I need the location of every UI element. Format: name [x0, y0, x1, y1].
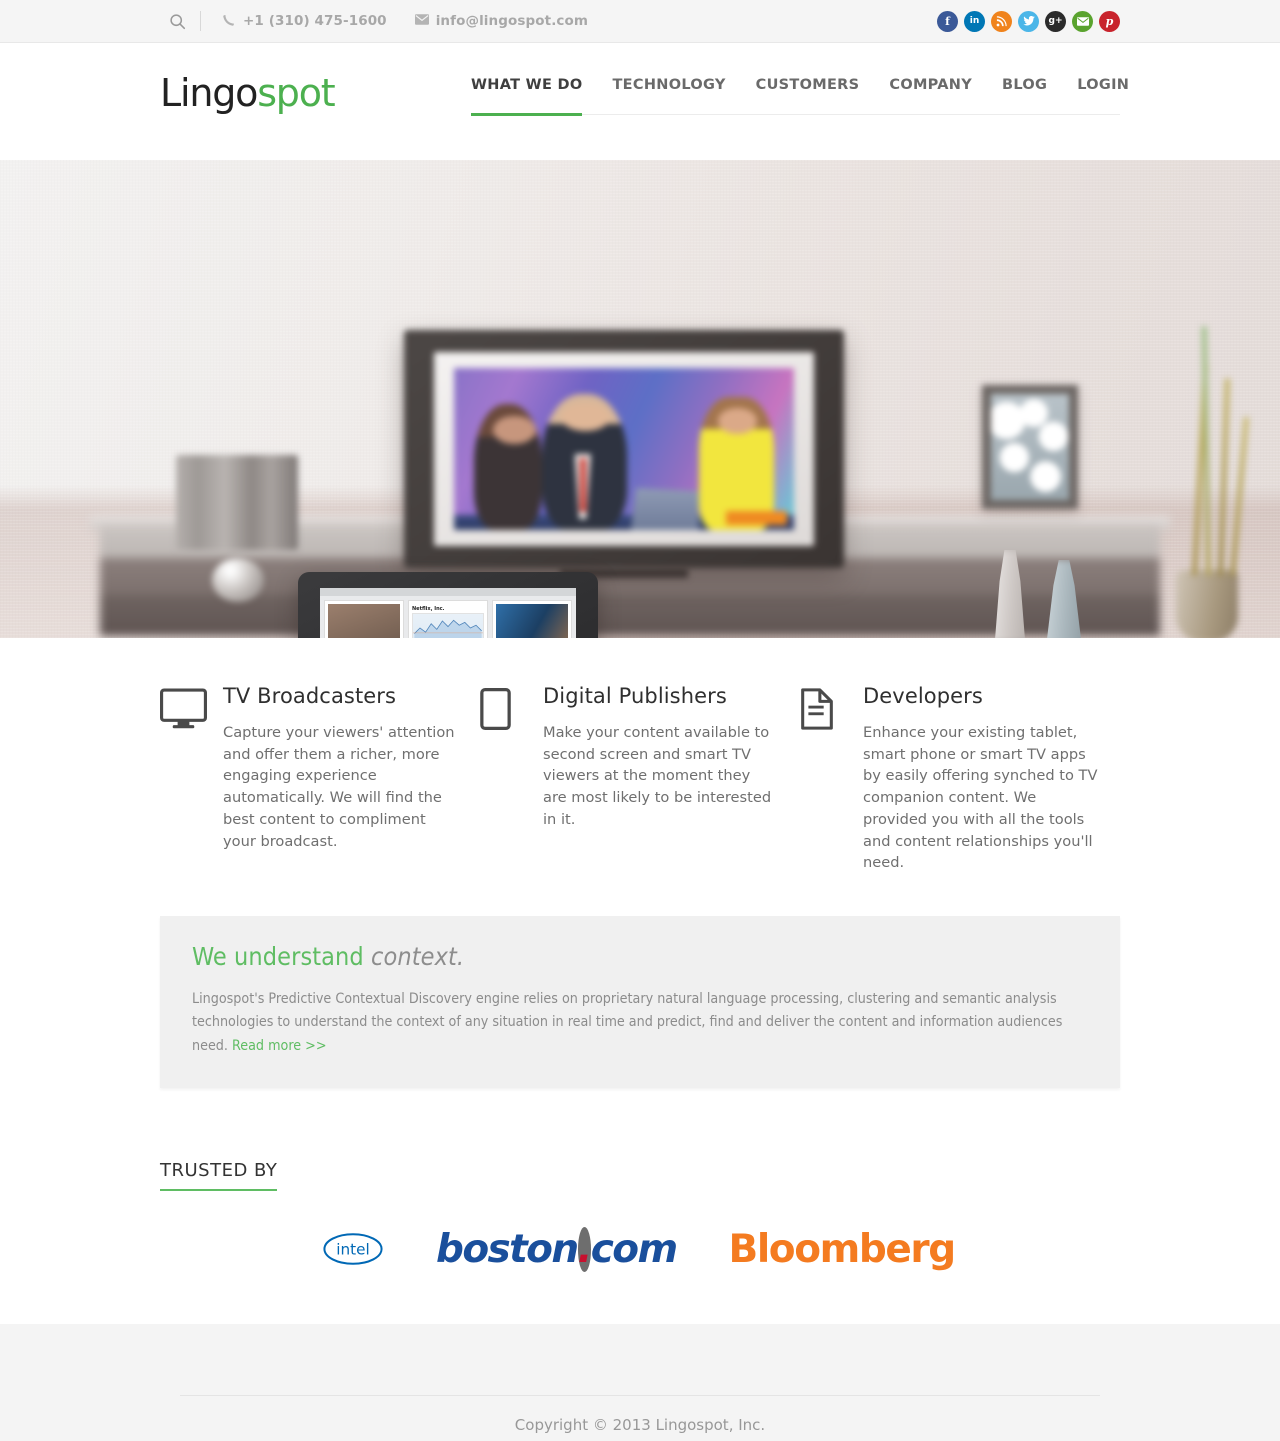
boston-com-logo[interactable]: boston.com [436, 1226, 678, 1272]
feature-text: Enhance your existing tablet, smart phon… [863, 724, 1098, 872]
nav-item-technology[interactable]: TECHNOLOGY [612, 77, 725, 116]
pinterest-icon[interactable]: p [1099, 10, 1120, 32]
lamp-shade [176, 455, 298, 550]
facebook-icon[interactable]: f [937, 10, 958, 32]
framed-artwork [982, 385, 1078, 509]
bloomberg-logo[interactable]: Bloomberg [729, 1227, 957, 1272]
tv-screen-content [454, 368, 794, 530]
twitter-icon[interactable] [1018, 10, 1039, 32]
tablet-statusbar [320, 588, 576, 596]
svg-text:intel: intel [336, 1241, 369, 1259]
monitor-icon [160, 684, 223, 874]
search-icon[interactable] [160, 6, 194, 36]
trusted-by-heading: TRUSTED BY [160, 1160, 278, 1191]
logo-text-accent: spot [257, 71, 335, 115]
topbar-divider [200, 11, 201, 31]
feature-columns: TV Broadcasters Capture your viewers' at… [160, 638, 1120, 874]
email-link[interactable]: info@lingospot.com [414, 13, 589, 29]
phone-link[interactable]: +1 (310) 475-1600 [223, 13, 387, 30]
site-header: Lingospot WHAT WE DO TECHNOLOGY CUSTOMER… [0, 43, 1280, 160]
feature-digital-publishers: Digital Publishers Make your content ava… [480, 684, 800, 874]
logo-text-primary: Lingo [160, 71, 258, 115]
tablet-card: Brian McAndrews Brian McAndrews is CEO, … [324, 600, 404, 638]
top-bar: +1 (310) 475-1600 info@lingospot.com f i… [0, 0, 1280, 43]
tv-bezel [434, 352, 814, 546]
nav-item-blog[interactable]: BLOG [1002, 77, 1047, 116]
social-links: f in g+ p [937, 10, 1120, 32]
context-heading: We understand context. [192, 942, 1088, 971]
email-address: info@lingospot.com [435, 13, 589, 29]
tablet-card: Microsoft's Surface Tablet: A $900M Do-O… [492, 600, 572, 638]
googleplus-icon[interactable]: g+ [1045, 10, 1066, 32]
tablet-card-title: Netflix, Inc. [412, 606, 445, 612]
nav-item-company[interactable]: COMPANY [889, 77, 972, 116]
site-logo[interactable]: Lingospot [160, 71, 336, 115]
context-body: Lingospot's Predictive Contextual Discov… [192, 988, 1088, 1058]
nav-item-what-we-do[interactable]: WHAT WE DO [471, 77, 583, 116]
read-more-link[interactable]: Read more >> [232, 1038, 327, 1054]
phone-number: +1 (310) 475-1600 [243, 13, 387, 29]
context-heading-green: We understand [192, 942, 364, 972]
client-logos: intel boston.com Bloomberg [160, 1226, 1120, 1272]
hero-slider[interactable]: Brian McAndrews Brian McAndrews is CEO, … [0, 160, 1280, 638]
context-panel: We understand context. Lingospot's Predi… [160, 916, 1120, 1088]
nav-item-customers[interactable]: CUSTOMERS [756, 77, 860, 116]
tablet-card: Netflix, Inc. Netflix NFLX 300.6.42 (-0.… [408, 600, 488, 638]
context-heading-italic: context. [371, 942, 465, 972]
site-footer: Copyright © 2013 Lingospot, Inc. Terms o… [0, 1323, 1280, 1441]
linkedin-icon[interactable]: in [964, 10, 985, 32]
tablet-device: Brian McAndrews Brian McAndrews is CEO, … [298, 572, 598, 638]
main-navigation: WHAT WE DO TECHNOLOGY CUSTOMERS COMPANY … [471, 77, 1129, 116]
feature-title: Digital Publishers [543, 684, 727, 708]
phone-icon [223, 13, 236, 30]
document-icon [800, 684, 863, 874]
feature-title: TV Broadcasters [223, 684, 397, 708]
feature-title: Developers [863, 684, 983, 708]
feature-tv-broadcasters: TV Broadcasters Capture your viewers' at… [160, 684, 480, 874]
envelope-icon [414, 13, 429, 29]
nav-item-login[interactable]: LOGIN [1077, 77, 1129, 116]
feature-developers: Developers Enhance your existing tablet,… [800, 684, 1120, 874]
trusted-by-section: TRUSTED BY intel boston.com Bloomberg [160, 1160, 1120, 1272]
tablet-icon [480, 684, 543, 874]
copyright-text: Copyright © 2013 Lingospot, Inc. [514, 1415, 766, 1434]
tablet-body: Brian McAndrews Brian McAndrews is CEO, … [298, 572, 598, 638]
email-icon[interactable] [1072, 10, 1093, 32]
feature-text: Capture your viewers' attention and offe… [223, 724, 455, 850]
lamp-base [212, 558, 264, 602]
intel-logo[interactable]: intel [322, 1229, 384, 1269]
rss-icon[interactable] [991, 10, 1012, 32]
tablet-screen: Brian McAndrews Brian McAndrews is CEO, … [320, 596, 576, 638]
plant-reeds [1186, 320, 1249, 577]
feature-text: Make your content available to second sc… [543, 724, 772, 828]
television [404, 330, 844, 568]
plant-pot [1176, 570, 1238, 638]
